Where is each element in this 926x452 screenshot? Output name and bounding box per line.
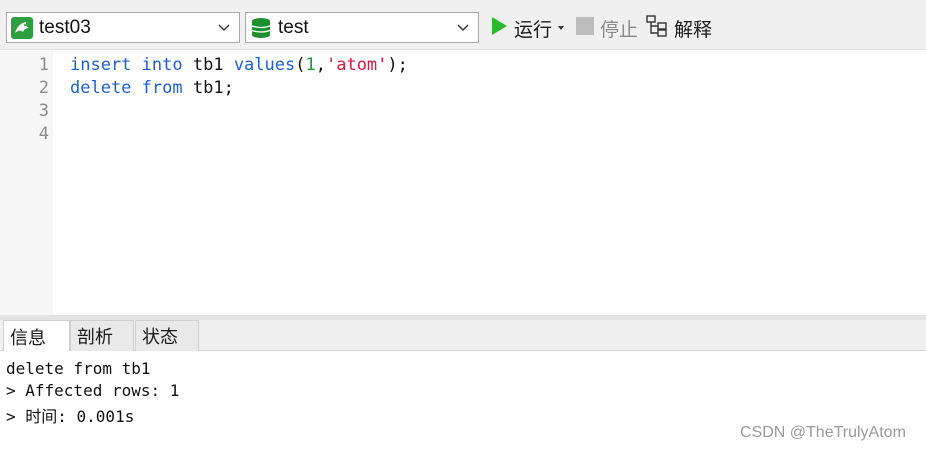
line-number: 1 bbox=[38, 55, 49, 75]
chevron-down-icon bbox=[213, 24, 235, 32]
chevron-down-icon bbox=[452, 24, 474, 32]
code-token: , bbox=[315, 55, 326, 75]
query-toolbar: test03 test 运行 停止 解释 bbox=[0, 4, 926, 50]
line-number: 2 bbox=[38, 78, 49, 98]
connection-label: test03 bbox=[39, 16, 91, 38]
line-number: 3 bbox=[38, 101, 49, 121]
line-number-gutter: 1 2 3 4 bbox=[0, 51, 53, 315]
line-number: 4 bbox=[38, 124, 49, 144]
explain-button[interactable]: 解释 bbox=[646, 14, 712, 42]
code-token: insert bbox=[70, 55, 132, 75]
sql-editor[interactable]: 1 2 3 4 insert into tb1 values(1,'atom')… bbox=[0, 51, 926, 315]
stop-label: 停止 bbox=[600, 19, 639, 41]
code-token: delete bbox=[70, 78, 132, 98]
code-token: ( bbox=[295, 55, 306, 75]
database-select[interactable]: test bbox=[245, 12, 479, 43]
stop-button[interactable]: 停止 bbox=[576, 14, 638, 42]
play-icon bbox=[490, 16, 508, 41]
database-label: test bbox=[278, 16, 309, 38]
run-dropdown-caret-icon[interactable] bbox=[558, 26, 565, 30]
run-label: 运行 bbox=[514, 19, 553, 41]
output-line: > Affected rows: 1 bbox=[6, 381, 180, 400]
tab-status[interactable]: 状态 bbox=[135, 320, 199, 351]
output-line: delete from tb1 bbox=[6, 359, 151, 378]
code-token: 1 bbox=[305, 55, 316, 75]
tab-info[interactable]: 信息 bbox=[3, 320, 70, 352]
database-icon bbox=[250, 17, 272, 39]
connection-select[interactable]: test03 bbox=[6, 12, 240, 43]
explain-label: 解释 bbox=[674, 19, 713, 41]
output-line: > 时间: 0.001s bbox=[6, 407, 135, 426]
code-line[interactable]: delete from tb1; bbox=[70, 78, 234, 98]
explain-icon bbox=[646, 14, 668, 42]
stop-icon bbox=[576, 16, 594, 40]
code-line[interactable]: insert into tb1 values(1,'atom'); bbox=[70, 55, 408, 75]
mysql-connection-icon bbox=[11, 16, 33, 39]
code-token: ); bbox=[387, 55, 408, 75]
code-token: into bbox=[141, 55, 183, 75]
code-token: 'atom' bbox=[325, 55, 388, 75]
watermark: CSDN @TheTrulyAtom bbox=[740, 424, 906, 441]
tab-profile[interactable]: 剖析 bbox=[70, 320, 134, 351]
result-tab-bar: 信息 剖析 状态 bbox=[0, 320, 926, 352]
code-token: values bbox=[233, 55, 296, 75]
code-token: from bbox=[141, 78, 183, 98]
run-button[interactable]: 运行 bbox=[490, 14, 565, 42]
code-token: tb1 bbox=[182, 55, 234, 75]
code-token: tb1; bbox=[182, 78, 234, 98]
